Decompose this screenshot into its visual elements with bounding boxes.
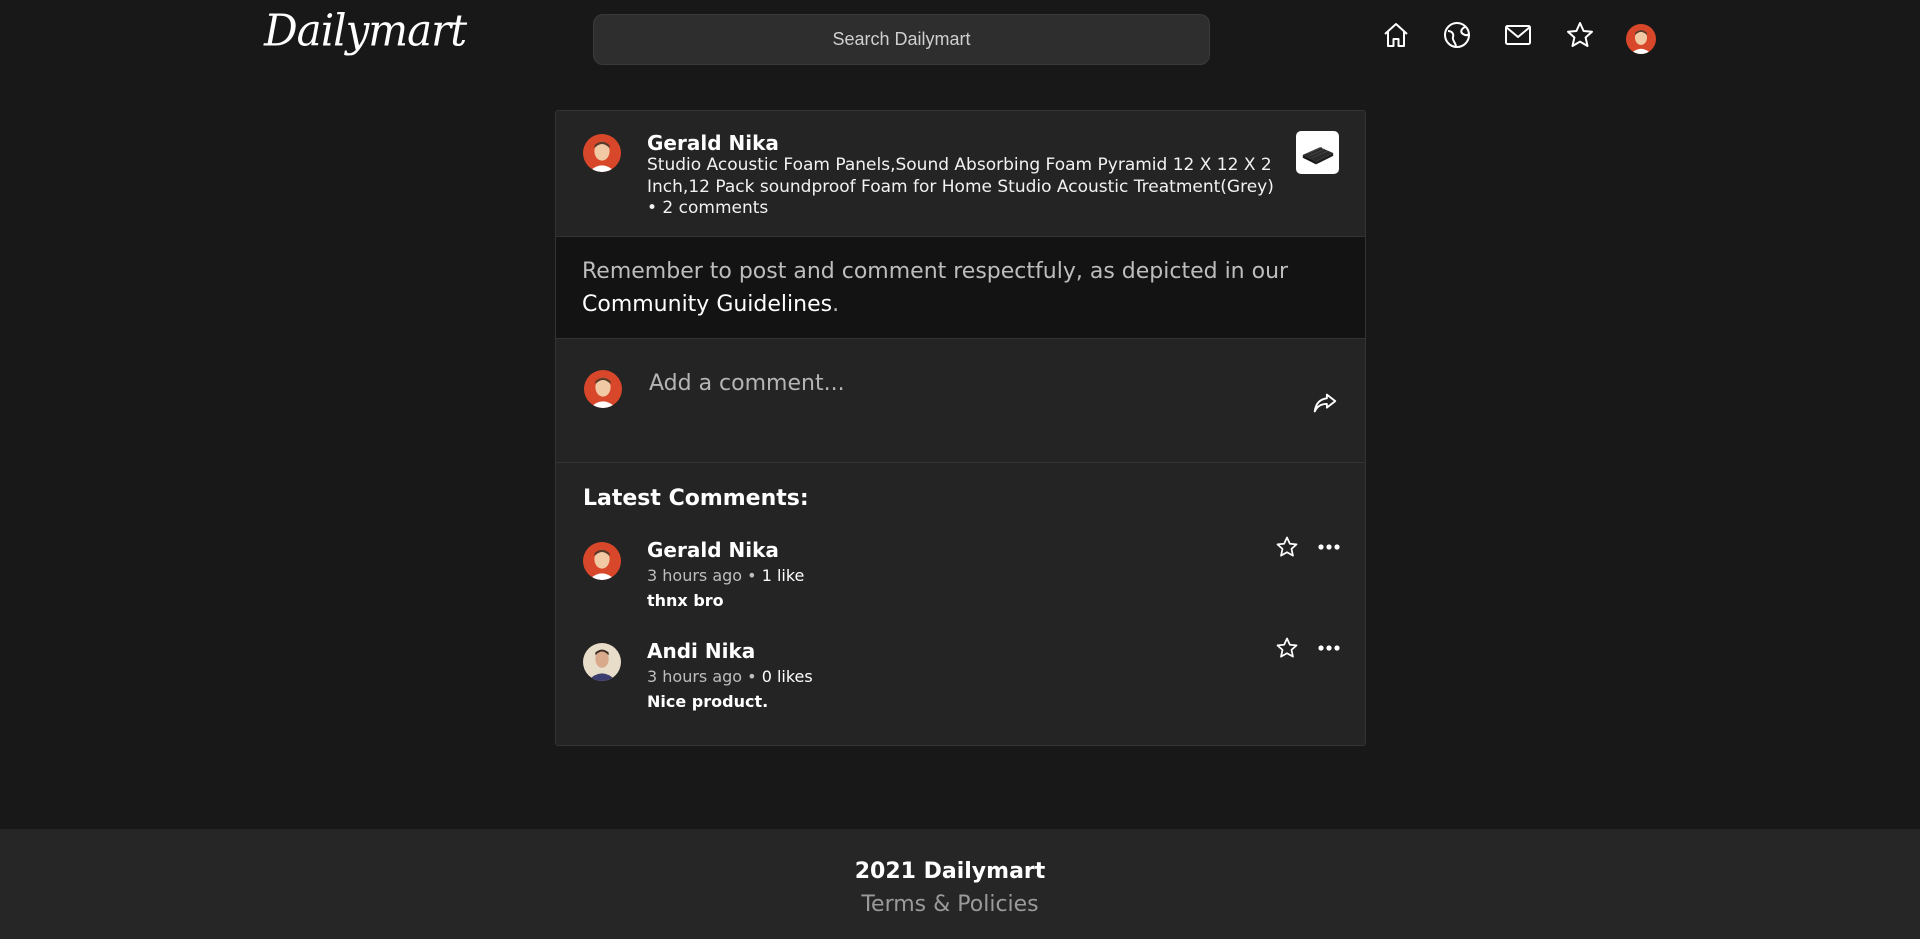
guidelines-notice: Remember to post and comment respectfuly… bbox=[556, 236, 1365, 339]
comment-likes: 0 likes bbox=[761, 667, 813, 686]
comment-time: 3 hours ago • bbox=[647, 566, 757, 585]
comment-text: Nice product. bbox=[647, 692, 769, 711]
footer-copyright: 2021 Dailymart bbox=[854, 859, 1046, 884]
foam-panel-image bbox=[1302, 146, 1333, 164]
post-author-name[interactable]: Gerald Nika bbox=[647, 131, 779, 155]
notice-period: . bbox=[832, 292, 840, 317]
community-guidelines-link[interactable]: Community Guidelines bbox=[582, 292, 832, 317]
star-icon[interactable] bbox=[1274, 635, 1300, 661]
home-icon[interactable] bbox=[1380, 19, 1412, 51]
brand-logo[interactable]: Dailymart bbox=[264, 5, 467, 56]
post-title[interactable]: Studio Acoustic Foam Panels,Sound Absorb… bbox=[647, 155, 1287, 220]
post-author-avatar[interactable] bbox=[583, 134, 621, 172]
comment-item: Andi Nika 3 hours ago • 0 likes Nice pro… bbox=[556, 637, 1365, 733]
mail-icon[interactable] bbox=[1502, 19, 1534, 51]
post-comment-count: • 2 comments bbox=[647, 198, 769, 218]
comment-meta: 3 hours ago • 1 like bbox=[647, 566, 804, 585]
more-options-icon[interactable] bbox=[1316, 534, 1342, 560]
comment-item: Gerald Nika 3 hours ago • 1 like thnx br… bbox=[556, 536, 1365, 632]
composer-avatar bbox=[584, 370, 622, 408]
star-icon[interactable] bbox=[1564, 19, 1596, 51]
more-options-icon[interactable] bbox=[1316, 635, 1342, 661]
comment-composer bbox=[556, 339, 1365, 463]
comment-likes: 1 like bbox=[761, 566, 805, 585]
comment-author-avatar[interactable] bbox=[583, 643, 621, 681]
comment-time: 3 hours ago • bbox=[647, 667, 757, 686]
post-header: Gerald Nika Studio Acoustic Foam Panels,… bbox=[556, 111, 1365, 236]
notice-text: Remember to post and comment respectfuly… bbox=[582, 259, 1289, 284]
star-icon[interactable] bbox=[1274, 534, 1300, 560]
comment-text: thnx bro bbox=[647, 591, 724, 610]
top-navbar: Dailymart bbox=[0, 0, 1920, 80]
share-icon[interactable] bbox=[1311, 389, 1341, 419]
footer: 2021 Dailymart Terms & Policies bbox=[0, 829, 1920, 939]
comment-author-name[interactable]: Andi Nika bbox=[647, 639, 755, 663]
post-product-title[interactable]: Studio Acoustic Foam Panels,Sound Absorb… bbox=[647, 155, 1274, 197]
latest-comments-heading: Latest Comments: bbox=[583, 486, 809, 511]
search-input[interactable] bbox=[593, 14, 1210, 65]
comment-author-avatar[interactable] bbox=[583, 542, 621, 580]
comment-author-name[interactable]: Gerald Nika bbox=[647, 538, 779, 562]
comment-meta: 3 hours ago • 0 likes bbox=[647, 667, 813, 686]
comment-input[interactable] bbox=[647, 363, 1247, 403]
terms-policies-link[interactable]: Terms & Policies bbox=[0, 892, 1900, 917]
product-thumbnail[interactable] bbox=[1296, 131, 1339, 174]
post-card: Gerald Nika Studio Acoustic Foam Panels,… bbox=[555, 110, 1366, 746]
user-avatar[interactable] bbox=[1626, 24, 1656, 54]
explore-icon[interactable] bbox=[1441, 19, 1473, 51]
